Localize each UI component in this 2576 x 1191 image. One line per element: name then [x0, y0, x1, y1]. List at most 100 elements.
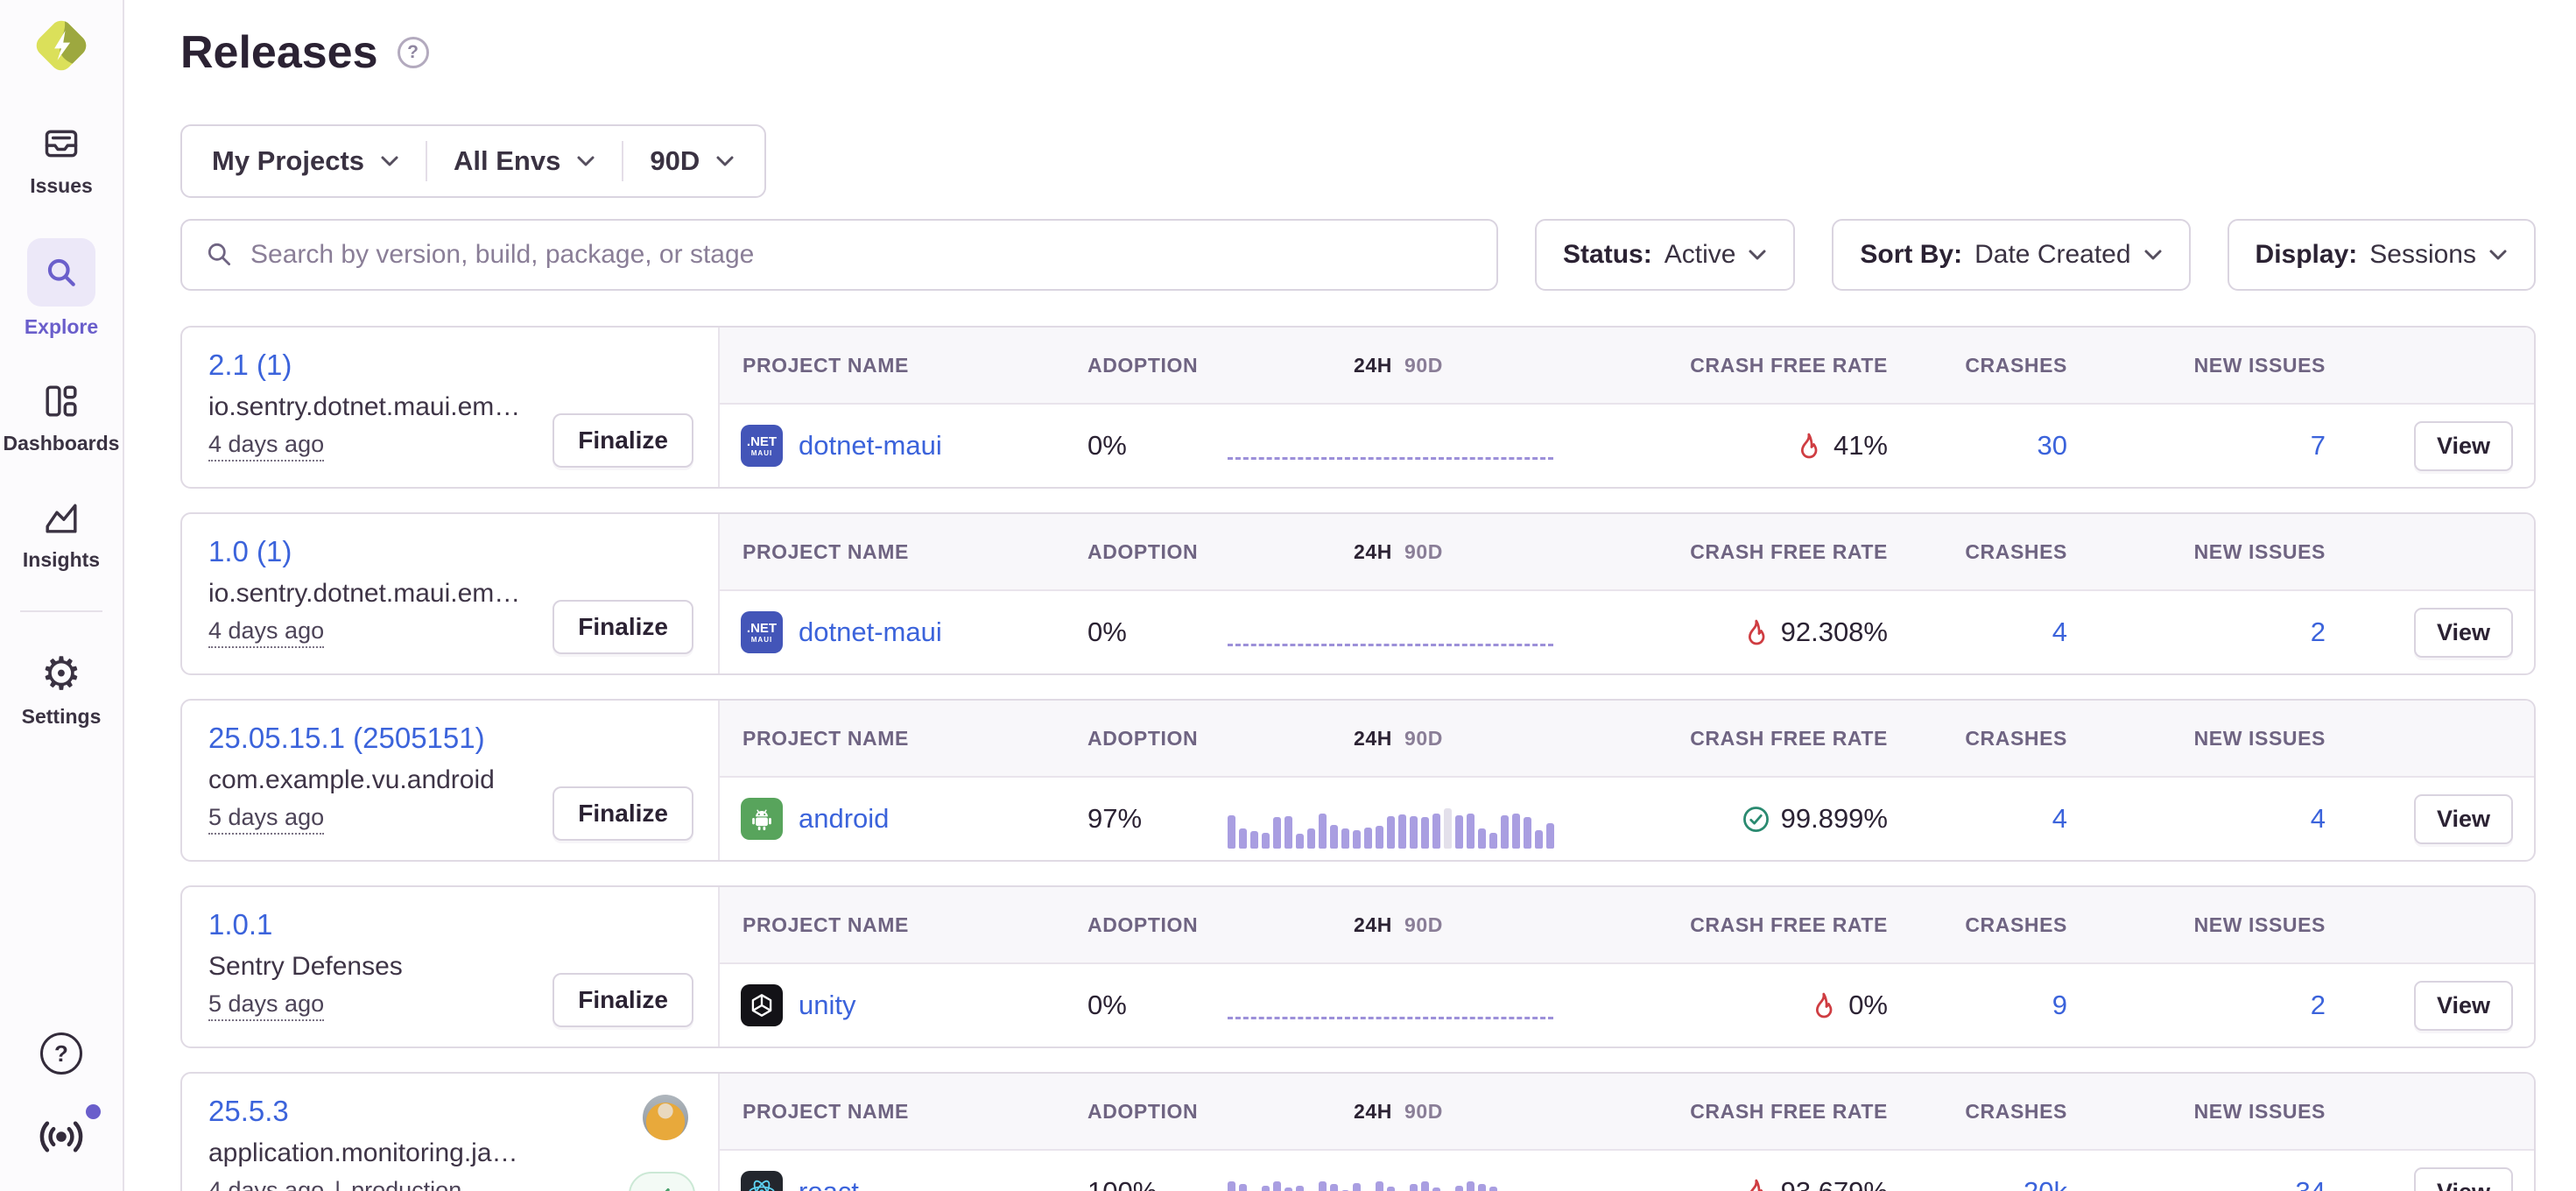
project-filter[interactable]: My Projects — [186, 126, 426, 196]
adoption-bar — [1478, 1184, 1486, 1191]
fire-icon — [1742, 1178, 1770, 1191]
sidebar-item-explore[interactable]: Explore — [25, 238, 98, 339]
adoption-bar — [1353, 830, 1361, 849]
sidebar-item-dashboards[interactable]: Dashboards — [4, 379, 120, 455]
period-toggle-24h[interactable]: 24H — [1354, 1100, 1392, 1124]
project-cell: .NET MAUI dotnet-maui — [720, 611, 1087, 653]
crash-free-value: 0% — [1848, 990, 1888, 1021]
project-link[interactable]: android — [799, 803, 889, 835]
new-issues-link[interactable]: 2 — [2311, 990, 2326, 1020]
column-header-crash-free-rate: CRASH FREE RATE — [1569, 540, 1893, 564]
sort-by-dropdown[interactable]: Sort By: Date Created — [1832, 219, 2190, 291]
notification-dot — [86, 1104, 101, 1119]
finalize-button[interactable]: Finalize — [553, 413, 693, 468]
period-toggle-90d[interactable]: 90D — [1404, 913, 1443, 937]
sentry-logo[interactable] — [30, 14, 93, 81]
release-meta: 1.0 (1) io.sentry.dotnet.maui.em… 4 days… — [182, 514, 720, 673]
period-toggle-90d[interactable]: 90D — [1404, 540, 1443, 564]
view-button[interactable]: View — [2414, 794, 2513, 844]
platform-icon-slot — [741, 984, 783, 1026]
column-header-new-issues: NEW ISSUES — [2073, 1100, 2331, 1124]
view-button[interactable]: View — [2414, 421, 2513, 471]
sidebar-item-settings[interactable]: ⚙ Settings — [22, 652, 102, 729]
period-toggle-24h[interactable]: 24H — [1354, 727, 1392, 751]
release-version-link[interactable]: 2.1 (1) — [208, 349, 292, 382]
column-header-period: 24H 90D — [1228, 1100, 1569, 1124]
view-button[interactable]: View — [2414, 608, 2513, 658]
adoption-bar — [1273, 1181, 1281, 1191]
release-table: PROJECT NAME ADOPTION 24H 90D CRASH FREE… — [720, 514, 2534, 673]
help-circle-icon[interactable]: ? — [40, 1032, 82, 1075]
release-version-link[interactable]: 25.5.3 — [208, 1095, 289, 1128]
period-toggle-90d[interactable]: 90D — [1404, 354, 1443, 377]
date-range-filter[interactable]: 90D — [623, 126, 761, 196]
period-toggle-90d[interactable]: 90D — [1404, 1100, 1443, 1124]
crashes-link[interactable]: 4 — [2052, 617, 2067, 647]
column-header-crashes: CRASHES — [1893, 540, 2073, 564]
crashes-link[interactable]: 30 — [2038, 430, 2067, 461]
adoption-bar — [1376, 826, 1383, 849]
release-table: PROJECT NAME ADOPTION 24H 90D CRASH FREE… — [720, 701, 2534, 860]
release-table: PROJECT NAME ADOPTION 24H 90D CRASH FREE… — [720, 1074, 2534, 1191]
release-created: 4 days ago | production — [208, 1177, 692, 1191]
release-version-link[interactable]: 1.0 (1) — [208, 535, 292, 568]
crash-free-cell: 92.308% — [1569, 617, 1893, 648]
releases-help-icon[interactable]: ? — [398, 37, 429, 68]
period-toggle-24h[interactable]: 24H — [1354, 540, 1392, 564]
chevron-down-icon — [2143, 249, 2163, 261]
crashes-link[interactable]: 20k — [2023, 1176, 2067, 1191]
release-meta: 25.5.3 application.monitoring.ja… 4 days… — [182, 1074, 720, 1191]
whats-new-button[interactable] — [36, 1117, 87, 1161]
project-link[interactable]: dotnet-maui — [799, 617, 942, 648]
project-link[interactable]: dotnet-maui — [799, 430, 942, 462]
status-dropdown[interactable]: Status: Active — [1535, 219, 1795, 291]
sidebar-item-issues[interactable]: Issues — [30, 122, 93, 198]
table-row: unity 0% 0% 9 — [720, 964, 2534, 1047]
period-toggle-90d[interactable]: 90D — [1404, 727, 1443, 751]
project-link[interactable]: unity — [799, 990, 855, 1021]
adoption-value: 0% — [1087, 617, 1228, 648]
display-dropdown[interactable]: Display: Sessions — [2228, 219, 2536, 291]
search-input[interactable] — [250, 240, 1474, 270]
column-header-adoption: ADOPTION — [1087, 540, 1228, 564]
column-header-period: 24H 90D — [1228, 913, 1569, 937]
finalize-button[interactable]: Finalize — [553, 600, 693, 654]
new-issues-link[interactable]: 7 — [2311, 430, 2326, 461]
page-filter-bar: My Projects All Envs 90D — [180, 124, 766, 198]
adoption-bar — [1273, 817, 1281, 849]
release-table: PROJECT NAME ADOPTION 24H 90D CRASH FREE… — [720, 887, 2534, 1047]
period-toggle-24h[interactable]: 24H — [1354, 913, 1392, 937]
new-issues-link[interactable]: 4 — [2311, 803, 2326, 834]
column-header-adoption: ADOPTION — [1087, 354, 1228, 377]
column-header-period: 24H 90D — [1228, 354, 1569, 377]
finalize-button[interactable]: Finalize — [553, 786, 693, 841]
adoption-chart — [1228, 1017, 1553, 1019]
release-version-link[interactable]: 1.0.1 — [208, 908, 272, 941]
adoption-bar — [1410, 816, 1418, 849]
adoption-bar — [1444, 808, 1452, 849]
crash-free-cell: 0% — [1569, 990, 1893, 1021]
view-button[interactable]: View — [2414, 981, 2513, 1031]
main-content: Releases ? My Projects All Envs 90D — [124, 26, 2576, 1191]
new-issues-link[interactable]: 34 — [2296, 1176, 2326, 1191]
column-header-project-name: PROJECT NAME — [720, 354, 1087, 377]
sidebar: Issues Explore Dashboards Insights — [0, 0, 124, 1191]
adoption-bar — [1239, 828, 1247, 849]
view-button[interactable]: View — [2414, 1167, 2513, 1191]
sidebar-item-insights[interactable]: Insights — [23, 496, 100, 572]
release-card: 2.1 (1) io.sentry.dotnet.maui.em… 4 days… — [180, 326, 2536, 489]
project-link[interactable]: react — [799, 1176, 859, 1191]
toolbar: Status: Active Sort By: Date Created Dis… — [180, 219, 2536, 291]
column-header-adoption: ADOPTION — [1087, 1100, 1228, 1124]
release-version-link[interactable]: 25.05.15.1 (2505151) — [208, 722, 485, 755]
new-issues-link[interactable]: 2 — [2311, 617, 2326, 647]
adoption-bar — [1353, 1183, 1361, 1191]
finalize-button[interactable]: Finalize — [553, 973, 693, 1027]
new-issues-cell: 2 — [2073, 617, 2331, 648]
period-toggle-24h[interactable]: 24H — [1354, 354, 1392, 377]
crashes-link[interactable]: 4 — [2052, 803, 2067, 834]
column-header-project-name: PROJECT NAME — [720, 727, 1087, 751]
release-meta: 25.05.15.1 (2505151) com.example.vu.andr… — [182, 701, 720, 860]
environment-filter[interactable]: All Envs — [427, 126, 622, 196]
crashes-link[interactable]: 9 — [2052, 990, 2067, 1020]
